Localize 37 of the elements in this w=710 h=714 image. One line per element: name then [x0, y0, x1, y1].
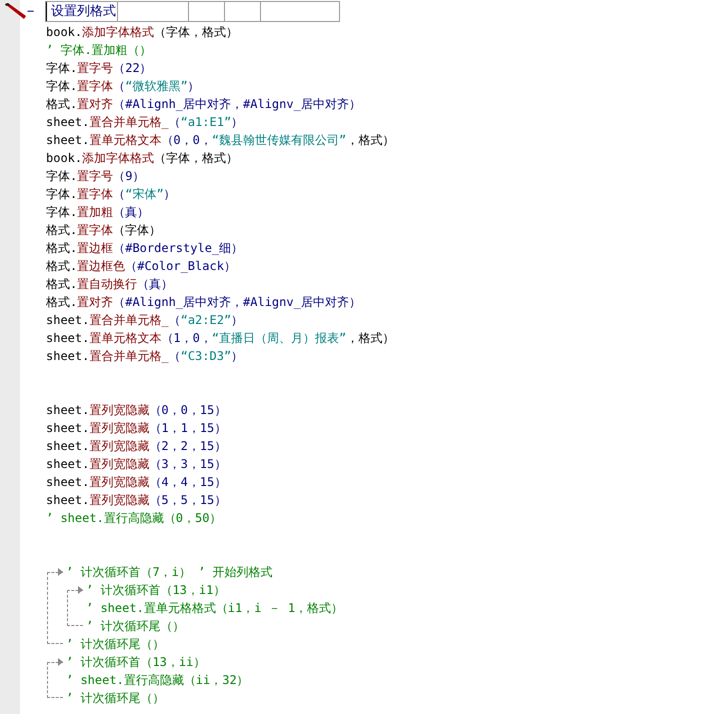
code-line: sheet.置合并单元格_（“a2:E2”）: [46, 312, 244, 329]
code-line: ’ 计次循环首（13，ii）: [66, 654, 206, 671]
code-line: 字体.置字号（9）: [46, 168, 144, 185]
code-line: 字体.置字号（22）: [46, 60, 152, 77]
code-line: ’ 计次循环首（7，i） ’ 开始列格式: [66, 564, 273, 581]
code-line: sheet.置列宽隐藏（1，1，15）: [46, 420, 226, 437]
code-line: sheet.置列宽隐藏（0，0，15）: [46, 402, 226, 419]
code-line: 字体.置字体（“宋体”）: [46, 186, 176, 203]
code-line: 格式.置对齐（#Alignh_居中对齐，#Alignv_居中对齐）: [46, 96, 361, 113]
code-line: sheet.置单元格文本（1，0，“直播日（周、月）报表”，格式）: [46, 330, 394, 347]
code-line: 字体.置加粗（真）: [46, 204, 150, 221]
code-line: ’ 计次循环尾（）: [66, 636, 164, 653]
code-line: 格式.置边框色（#Color_Black）: [46, 258, 236, 275]
code-line: book.添加字体格式（字体，格式）: [46, 150, 238, 167]
collapse-toggle[interactable]: −: [27, 4, 45, 18]
code-line: ’ 计次循环尾（）: [86, 618, 184, 635]
code-line: sheet.置单元格文本（0，0，“魏县翰世传媒有限公司”，格式）: [46, 132, 394, 149]
code-line: ’ sheet.置行高隐藏（ii，32）: [66, 672, 249, 689]
code-line: 格式.置自动换行（真）: [46, 276, 174, 293]
code-line: sheet.置列宽隐藏（5，5，15）: [46, 492, 226, 509]
code-line: 字体.置字体（“微软雅黑”）: [46, 78, 200, 95]
code-line: ’ sheet.置行高隐藏（0，50）: [46, 510, 222, 527]
code-line: 格式.置边框（#Borderstyle_细）: [46, 240, 244, 257]
code-line: sheet.置列宽隐藏（3，3，15）: [46, 456, 226, 473]
code-line: sheet.置合并单元格_（“C3:D3”）: [46, 348, 244, 365]
code-line: 格式.置对齐（#Alignh_居中对齐，#Alignv_居中对齐）: [46, 294, 361, 311]
code-line: sheet.置列宽隐藏（2，2，15）: [46, 438, 226, 455]
code-line: sheet.置列宽隐藏（4，4，15）: [46, 474, 226, 491]
code-line: ’ 计次循环首（13，i1）: [86, 582, 226, 599]
code-line: ’ 字体.置加粗（）: [46, 42, 152, 59]
code-line: ’ sheet.置单元格格式（i1，i － 1，格式）: [86, 600, 344, 617]
code-line: ’ 计次循环尾（）: [66, 690, 164, 707]
code-line: 格式.置字体（字体）: [46, 222, 162, 239]
code-line: book.添加字体格式（字体，格式）: [46, 24, 238, 41]
code-line: sheet.置合并单元格_（“a1:E1”）: [46, 114, 244, 131]
subroutine-name-cell[interactable]: 设置列格式: [46, 2, 118, 20]
pencil-icon: [4, 3, 28, 19]
